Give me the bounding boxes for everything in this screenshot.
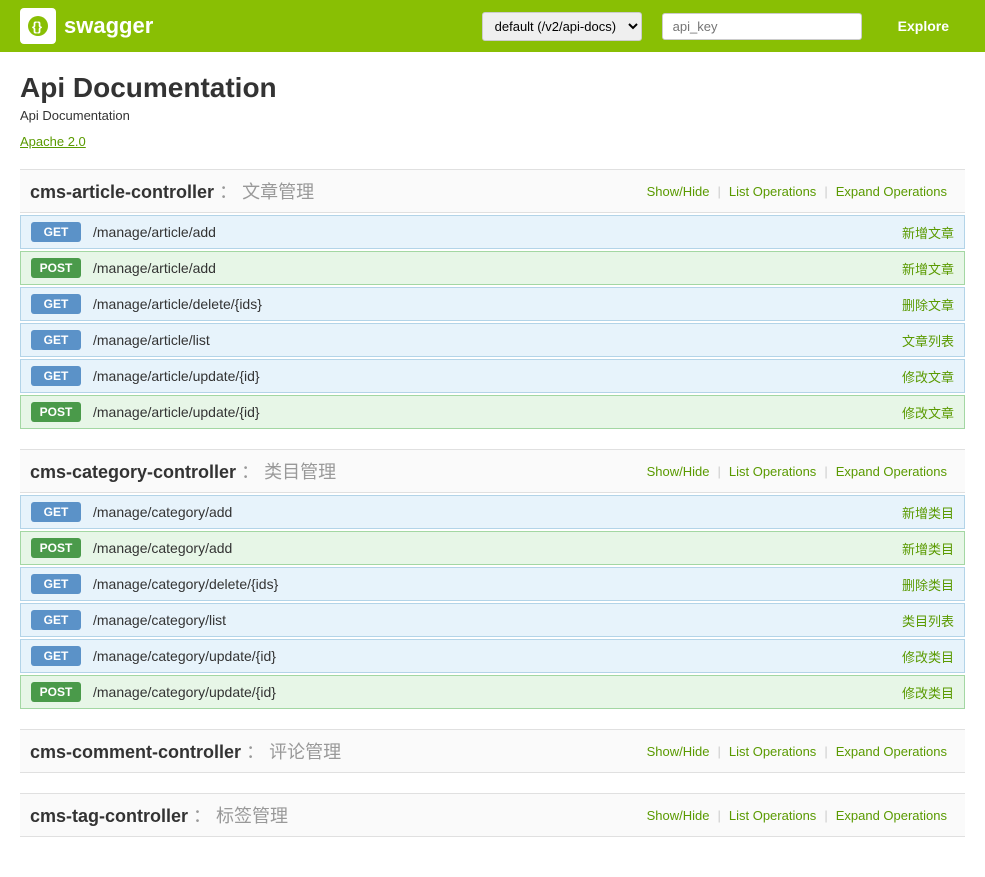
page-subtitle: Api Documentation — [20, 108, 965, 123]
operation-row-cms-article-controller-5[interactable]: POST/manage/article/update/{id}修改文章 — [20, 395, 965, 429]
controller-section-cms-comment-controller: cms-comment-controller ： 评论管理Show/Hide|L… — [20, 729, 965, 773]
operation-row-cms-category-controller-1[interactable]: POST/manage/category/add新增类目 — [20, 531, 965, 565]
method-badge-get: GET — [31, 222, 81, 242]
method-badge-post: POST — [31, 402, 81, 422]
expand-ops-link-cms-comment-controller[interactable]: Expand Operations — [828, 744, 955, 759]
controller-section-cms-category-controller: cms-category-controller ： 类目管理Show/Hide|… — [20, 449, 965, 709]
operation-row-cms-category-controller-3[interactable]: GET/manage/category/list类目列表 — [20, 603, 965, 637]
logo-text: swagger — [64, 13, 153, 39]
controller-title-cms-comment-controller: cms-comment-controller ： 评论管理 — [30, 738, 639, 764]
list-ops-link-cms-comment-controller[interactable]: List Operations — [721, 744, 824, 759]
operation-desc: 修改类目 — [902, 647, 954, 666]
controller-section-cms-tag-controller: cms-tag-controller ： 标签管理Show/Hide|List … — [20, 793, 965, 837]
operation-path: /manage/article/delete/{ids} — [93, 296, 902, 312]
operation-row-cms-article-controller-0[interactable]: GET/manage/article/add新增文章 — [20, 215, 965, 249]
controller-header-cms-comment-controller: cms-comment-controller ： 评论管理Show/Hide|L… — [20, 729, 965, 773]
operation-path: /manage/category/delete/{ids} — [93, 576, 902, 592]
method-badge-get: GET — [31, 574, 81, 594]
controller-header-cms-category-controller: cms-category-controller ： 类目管理Show/Hide|… — [20, 449, 965, 493]
show-hide-link-cms-tag-controller[interactable]: Show/Hide — [639, 808, 718, 823]
controller-section-cms-article-controller: cms-article-controller ： 文章管理Show/Hide|L… — [20, 169, 965, 429]
api-docs-select[interactable]: default (/v2/api-docs) — [482, 12, 642, 41]
operation-path: /manage/category/list — [93, 612, 902, 628]
controller-actions-cms-article-controller: Show/Hide|List Operations|Expand Operati… — [639, 184, 955, 199]
operation-path: /manage/article/update/{id} — [93, 404, 902, 420]
operation-path: /manage/article/add — [93, 260, 902, 276]
expand-ops-link-cms-category-controller[interactable]: Expand Operations — [828, 464, 955, 479]
controller-header-cms-article-controller: cms-article-controller ： 文章管理Show/Hide|L… — [20, 169, 965, 213]
operation-path: /manage/category/update/{id} — [93, 684, 902, 700]
list-ops-link-cms-article-controller[interactable]: List Operations — [721, 184, 824, 199]
operation-row-cms-article-controller-2[interactable]: GET/manage/article/delete/{ids}删除文章 — [20, 287, 965, 321]
operation-desc: 新增文章 — [902, 223, 954, 242]
operation-desc: 修改文章 — [902, 367, 954, 386]
operation-desc: 删除文章 — [902, 295, 954, 314]
show-hide-link-cms-comment-controller[interactable]: Show/Hide — [639, 744, 718, 759]
logo: {} swagger — [20, 8, 153, 44]
operation-path: /manage/category/add — [93, 540, 902, 556]
controller-actions-cms-category-controller: Show/Hide|List Operations|Expand Operati… — [639, 464, 955, 479]
operation-row-cms-article-controller-4[interactable]: GET/manage/article/update/{id}修改文章 — [20, 359, 965, 393]
operation-desc: 新增类目 — [902, 503, 954, 522]
controllers-container: cms-article-controller ： 文章管理Show/Hide|L… — [20, 169, 965, 837]
operation-row-cms-category-controller-5[interactable]: POST/manage/category/update/{id}修改类目 — [20, 675, 965, 709]
expand-ops-link-cms-article-controller[interactable]: Expand Operations — [828, 184, 955, 199]
header: {} swagger default (/v2/api-docs) Explor… — [0, 0, 985, 52]
operation-path: /manage/article/add — [93, 224, 902, 240]
operation-path: /manage/category/update/{id} — [93, 648, 902, 664]
explore-button[interactable]: Explore — [882, 13, 965, 39]
operation-row-cms-article-controller-3[interactable]: GET/manage/article/list文章列表 — [20, 323, 965, 357]
method-badge-post: POST — [31, 258, 81, 278]
method-badge-get: GET — [31, 366, 81, 386]
expand-ops-link-cms-tag-controller[interactable]: Expand Operations — [828, 808, 955, 823]
show-hide-link-cms-article-controller[interactable]: Show/Hide — [639, 184, 718, 199]
operation-row-cms-category-controller-2[interactable]: GET/manage/category/delete/{ids}删除类目 — [20, 567, 965, 601]
operation-desc: 新增文章 — [902, 259, 954, 278]
operation-desc: 新增类目 — [902, 539, 954, 558]
method-badge-get: GET — [31, 610, 81, 630]
controller-title-cms-category-controller: cms-category-controller ： 类目管理 — [30, 458, 639, 484]
operation-path: /manage/article/list — [93, 332, 902, 348]
operation-path: /manage/category/add — [93, 504, 902, 520]
list-ops-link-cms-category-controller[interactable]: List Operations — [721, 464, 824, 479]
controller-actions-cms-comment-controller: Show/Hide|List Operations|Expand Operati… — [639, 744, 955, 759]
operation-desc: 类目列表 — [902, 611, 954, 630]
operation-row-cms-category-controller-0[interactable]: GET/manage/category/add新增类目 — [20, 495, 965, 529]
method-badge-get: GET — [31, 502, 81, 522]
controller-title-cms-tag-controller: cms-tag-controller ： 标签管理 — [30, 802, 639, 828]
controller-actions-cms-tag-controller: Show/Hide|List Operations|Expand Operati… — [639, 808, 955, 823]
operation-row-cms-article-controller-1[interactable]: POST/manage/article/add新增文章 — [20, 251, 965, 285]
operation-desc: 删除类目 — [902, 575, 954, 594]
controller-header-cms-tag-controller: cms-tag-controller ： 标签管理Show/Hide|List … — [20, 793, 965, 837]
method-badge-post: POST — [31, 538, 81, 558]
method-badge-get: GET — [31, 330, 81, 350]
controller-title-cms-article-controller: cms-article-controller ： 文章管理 — [30, 178, 639, 204]
operation-desc: 文章列表 — [902, 331, 954, 350]
method-badge-get: GET — [31, 646, 81, 666]
list-ops-link-cms-tag-controller[interactable]: List Operations — [721, 808, 824, 823]
operation-desc: 修改类目 — [902, 683, 954, 702]
main-content: Api Documentation Api Documentation Apac… — [0, 52, 985, 877]
operation-desc: 修改文章 — [902, 403, 954, 422]
apache-link[interactable]: Apache 2.0 — [20, 134, 86, 149]
svg-text:{}: {} — [32, 19, 42, 34]
page-title: Api Documentation — [20, 72, 965, 104]
operation-row-cms-category-controller-4[interactable]: GET/manage/category/update/{id}修改类目 — [20, 639, 965, 673]
method-badge-post: POST — [31, 682, 81, 702]
operation-path: /manage/article/update/{id} — [93, 368, 902, 384]
api-key-input[interactable] — [662, 13, 862, 40]
method-badge-get: GET — [31, 294, 81, 314]
show-hide-link-cms-category-controller[interactable]: Show/Hide — [639, 464, 718, 479]
logo-icon: {} — [20, 8, 56, 44]
